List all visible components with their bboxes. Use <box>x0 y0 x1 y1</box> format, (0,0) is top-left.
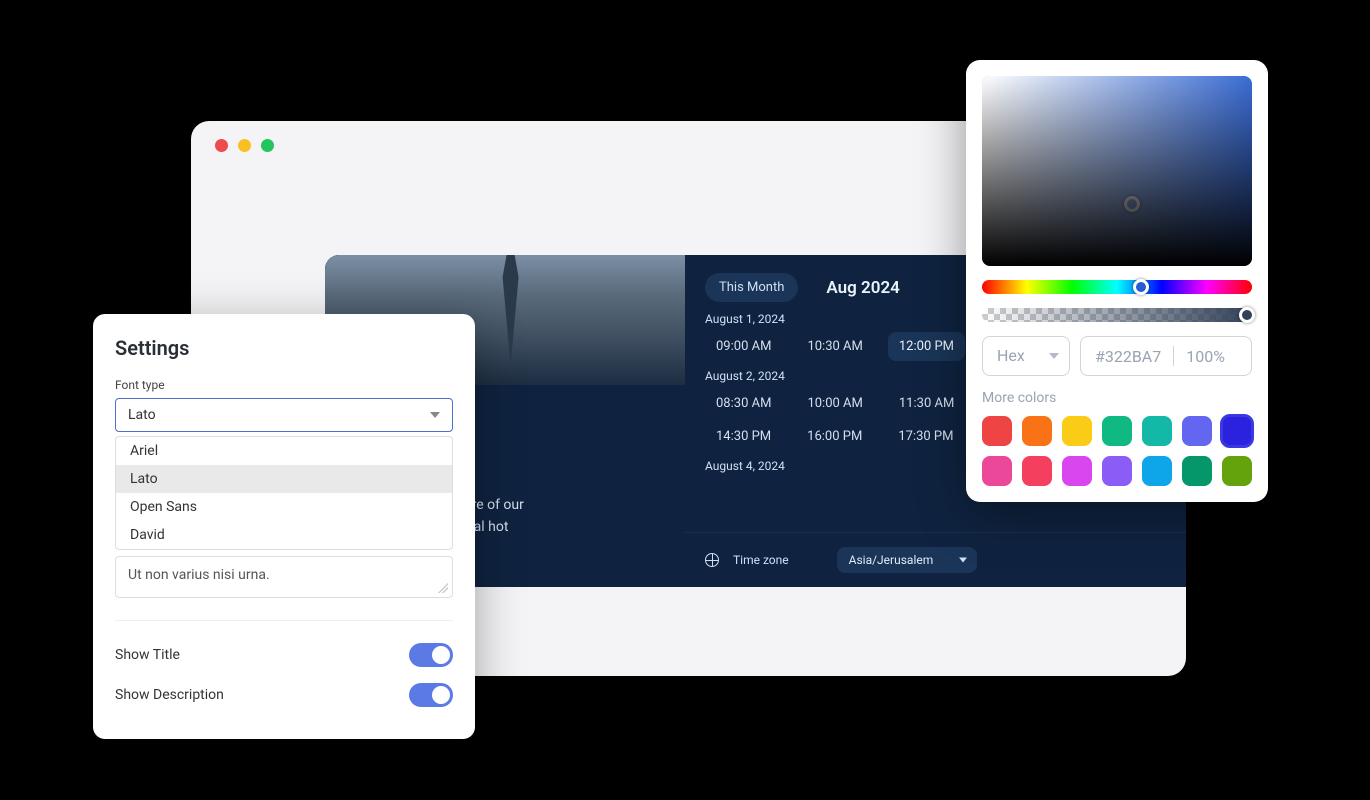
show-title-toggle[interactable] <box>409 643 453 667</box>
this-month-button[interactable]: This Month <box>705 273 798 302</box>
time-slot[interactable]: 14:30 PM <box>705 422 782 451</box>
time-slot[interactable]: 08:30 AM <box>705 389 782 418</box>
globe-icon <box>705 553 719 567</box>
alpha-slider[interactable] <box>982 308 1252 322</box>
time-slot[interactable]: 10:00 AM <box>796 389 873 418</box>
color-swatch[interactable] <box>1222 416 1252 446</box>
alpha-thumb[interactable] <box>1239 307 1255 323</box>
divider <box>115 620 453 621</box>
time-slot[interactable]: 11:30 AM <box>888 389 965 418</box>
show-description-toggle[interactable] <box>409 683 453 707</box>
show-title-label: Show Title <box>115 647 180 663</box>
color-swatch[interactable] <box>1222 456 1252 486</box>
swatch-grid <box>982 416 1252 486</box>
more-colors-label: More colors <box>982 390 1252 406</box>
minimize-window-icon[interactable] <box>238 139 251 152</box>
color-swatch[interactable] <box>1062 416 1092 446</box>
color-swatch[interactable] <box>982 456 1012 486</box>
time-slot[interactable]: 16:00 PM <box>796 422 873 451</box>
color-swatch[interactable] <box>1062 456 1092 486</box>
color-swatch[interactable] <box>982 416 1012 446</box>
color-swatch[interactable] <box>1102 456 1132 486</box>
description-textarea[interactable]: Ut non varius nisi urna. <box>115 556 453 598</box>
time-slot[interactable]: 12:00 PM <box>888 332 965 361</box>
color-format-select[interactable]: Hex <box>982 336 1070 376</box>
color-saturation-value-field[interactable] <box>982 76 1252 266</box>
color-swatch[interactable] <box>1022 456 1052 486</box>
time-slot[interactable]: 17:30 PM <box>887 422 964 451</box>
font-type-select[interactable]: Lato <box>115 398 453 432</box>
settings-panel: Settings Font type Lato ArielLatoOpen Sa… <box>93 314 475 739</box>
font-option[interactable]: Ariel <box>116 437 452 465</box>
month-label: Aug 2024 <box>826 278 900 298</box>
hue-thumb[interactable] <box>1133 279 1149 295</box>
font-option[interactable]: Open Sans <box>116 493 452 521</box>
timezone-select[interactable]: Asia/Jerusalem <box>837 547 977 573</box>
show-description-label: Show Description <box>115 687 224 703</box>
timezone-label: Time zone <box>733 553 789 567</box>
color-swatch[interactable] <box>1102 416 1132 446</box>
font-type-label: Font type <box>115 378 453 392</box>
color-swatch[interactable] <box>1142 456 1172 486</box>
time-slot[interactable]: 09:00 AM <box>705 332 782 361</box>
font-type-dropdown: ArielLatoOpen SansDavid <box>115 436 453 550</box>
color-swatch[interactable] <box>1142 416 1172 446</box>
chevron-down-icon <box>430 412 440 418</box>
color-value-input[interactable]: #322BA7 100% <box>1080 336 1252 376</box>
close-window-icon[interactable] <box>215 139 228 152</box>
time-slot[interactable]: 10:30 AM <box>796 332 873 361</box>
font-option[interactable]: Lato <box>116 465 452 493</box>
color-picker-panel: Hex #322BA7 100% More colors <box>966 60 1268 502</box>
color-swatch[interactable] <box>1182 416 1212 446</box>
font-option[interactable]: David <box>116 521 452 549</box>
timezone-bar: Time zone Asia/Jerusalem <box>685 532 1186 587</box>
color-swatch[interactable] <box>1022 416 1052 446</box>
hue-slider[interactable] <box>982 280 1252 294</box>
settings-title: Settings <box>115 336 453 360</box>
maximize-window-icon[interactable] <box>261 139 274 152</box>
sv-cursor[interactable] <box>1124 196 1140 212</box>
color-swatch[interactable] <box>1182 456 1212 486</box>
